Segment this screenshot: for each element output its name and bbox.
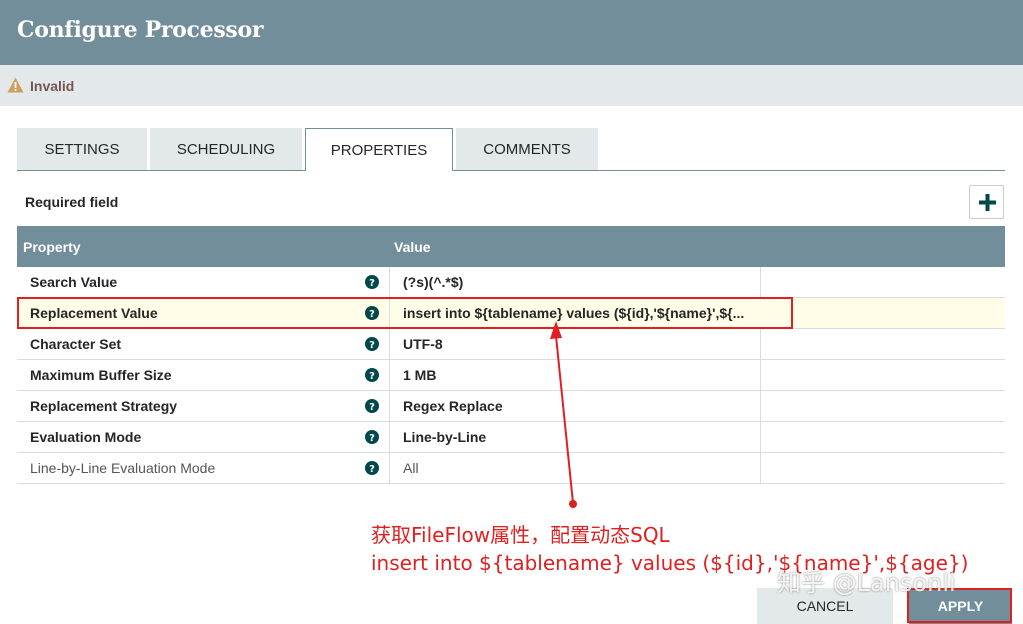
column-divider: [389, 422, 390, 452]
column-divider: [760, 453, 761, 483]
column-divider: [389, 267, 390, 297]
column-divider: [389, 453, 390, 483]
plus-icon: [979, 194, 996, 211]
svg-text:?: ?: [369, 464, 375, 475]
property-row[interactable]: Replacement Value ? insert into ${tablen…: [17, 298, 1005, 329]
property-row[interactable]: Replacement Strategy ? Regex Replace: [17, 391, 1005, 422]
warning-icon: [7, 77, 24, 93]
watermark: 知乎 @Lansonli: [777, 569, 956, 597]
status-text: Invalid: [30, 78, 75, 94]
help-icon[interactable]: ?: [365, 337, 379, 351]
property-value: Line-by-Line: [403, 429, 487, 445]
annotation-line-1: 获取FileFlow属性，配置动态SQL: [371, 523, 670, 547]
tab-scheduling[interactable]: SCHEDULING: [150, 128, 302, 170]
property-name: Replacement Strategy: [30, 398, 178, 414]
property-row[interactable]: Evaluation Mode ? Line-by-Line: [17, 422, 1005, 453]
tab-bar: SETTINGS SCHEDULING PROPERTIES COMMENTS: [17, 128, 1005, 171]
required-field-label: Required field: [25, 194, 119, 210]
property-name: Maximum Buffer Size: [30, 367, 172, 383]
column-divider: [389, 329, 390, 359]
property-value: All: [403, 460, 419, 476]
dialog-title: Configure Processor: [17, 17, 264, 43]
column-divider: [389, 360, 390, 390]
property-name: Replacement Value: [30, 305, 158, 321]
svg-text:?: ?: [369, 340, 375, 351]
svg-text:?: ?: [369, 402, 375, 413]
column-divider: [760, 360, 761, 390]
property-row[interactable]: Maximum Buffer Size ? 1 MB: [17, 360, 1005, 391]
tab-baseline: [17, 170, 1005, 171]
help-icon[interactable]: ?: [365, 275, 379, 289]
column-divider: [760, 391, 761, 421]
column-divider: [389, 298, 390, 328]
column-header-value: Value: [394, 239, 431, 255]
svg-text:?: ?: [369, 278, 375, 289]
property-name: Search Value: [30, 274, 118, 290]
property-value: Regex Replace: [403, 398, 503, 414]
tab-properties[interactable]: PROPERTIES: [305, 128, 453, 171]
column-divider: [760, 422, 761, 452]
add-property-button[interactable]: [969, 185, 1004, 219]
validation-status-bar: Invalid: [0, 65, 1023, 106]
column-divider: [760, 329, 761, 359]
property-row[interactable]: Search Value ? (?s)(^.*$): [17, 267, 1005, 298]
dialog-header: Configure Processor: [0, 0, 1023, 65]
column-header-property: Property: [23, 239, 81, 255]
help-icon[interactable]: ?: [365, 430, 379, 444]
property-value: insert into ${tablename} values (${id},'…: [403, 305, 745, 321]
properties-table-header: Property Value: [17, 226, 1005, 267]
properties-table-body: Search Value ? (?s)(^.*$) Replacement Va…: [17, 267, 1005, 484]
column-divider: [389, 391, 390, 421]
svg-text:?: ?: [369, 371, 375, 382]
svg-text:?: ?: [369, 433, 375, 444]
property-name: Evaluation Mode: [30, 429, 142, 445]
property-row[interactable]: Character Set ? UTF-8: [17, 329, 1005, 360]
property-name: Character Set: [30, 336, 122, 352]
property-value: (?s)(^.*$): [403, 274, 464, 290]
property-value: 1 MB: [403, 367, 437, 383]
tab-settings[interactable]: SETTINGS: [17, 128, 147, 170]
help-icon[interactable]: ?: [365, 399, 379, 413]
help-icon[interactable]: ?: [365, 368, 379, 382]
property-name: Line-by-Line Evaluation Mode: [30, 460, 216, 476]
help-icon[interactable]: ?: [365, 306, 379, 320]
property-value: UTF-8: [403, 336, 443, 352]
property-row[interactable]: Line-by-Line Evaluation Mode ? All: [17, 453, 1005, 484]
svg-text:?: ?: [369, 309, 375, 320]
help-icon[interactable]: ?: [365, 461, 379, 475]
column-divider: [760, 267, 761, 297]
tab-comments[interactable]: COMMENTS: [456, 128, 598, 170]
